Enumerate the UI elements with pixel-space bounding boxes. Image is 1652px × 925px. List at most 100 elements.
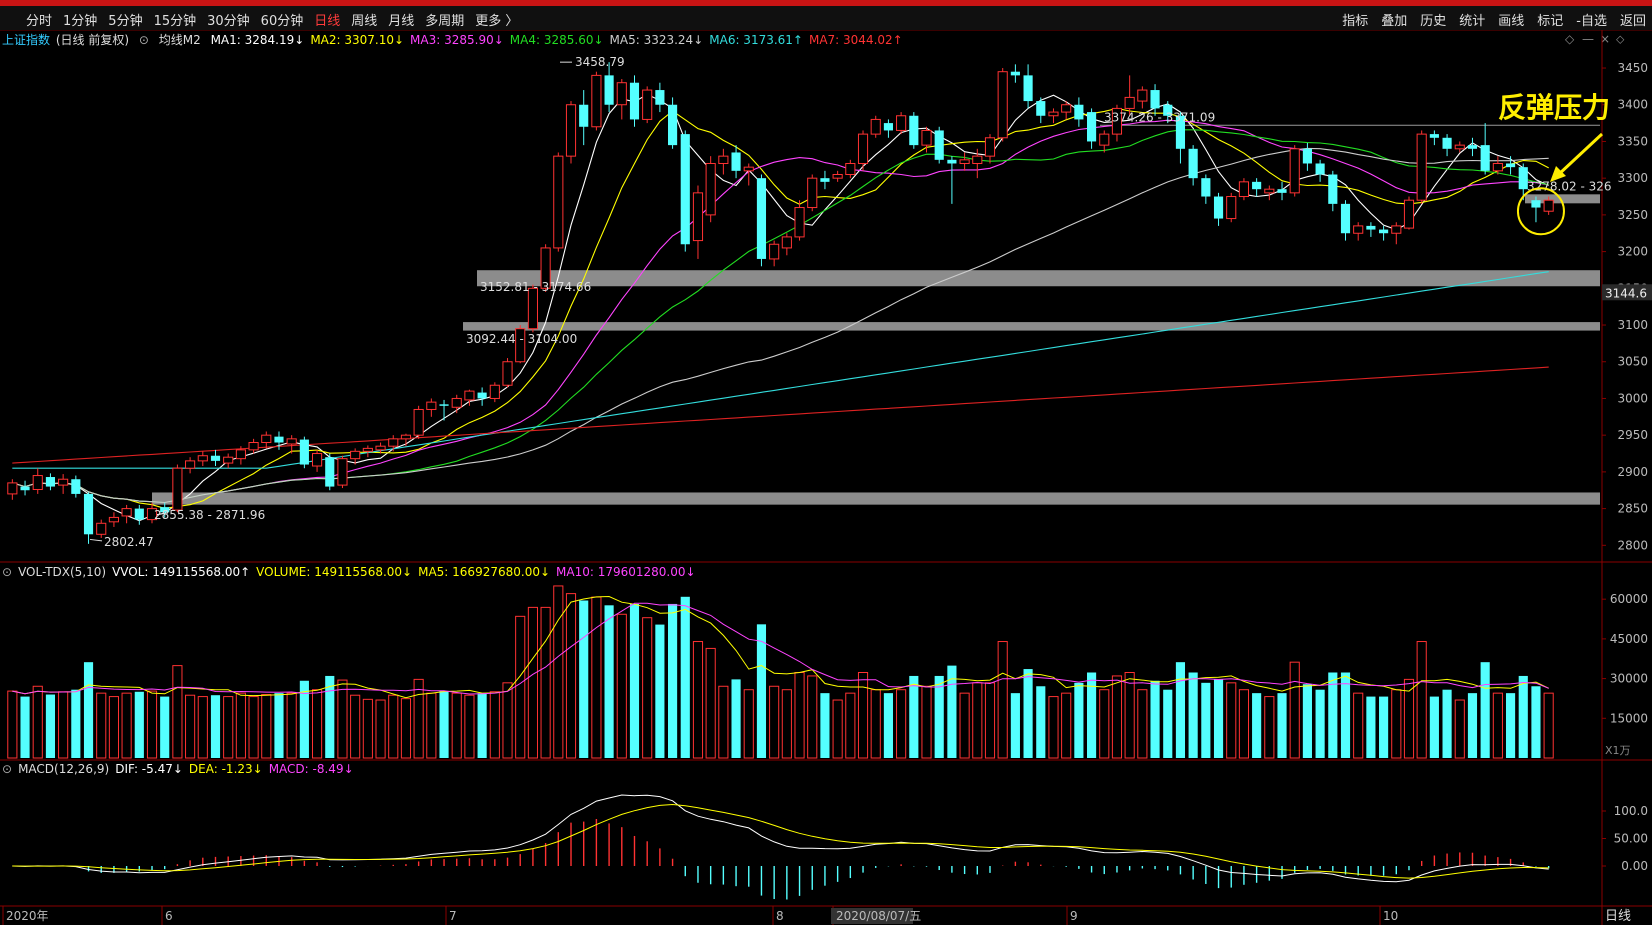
candle-103: [1315, 159, 1325, 182]
candle-98: [1252, 178, 1262, 197]
volume-bar-72: [921, 685, 932, 759]
volume-bar-119: [1518, 675, 1528, 758]
volume-bar-3: [45, 694, 56, 758]
candle-85: [1086, 108, 1097, 149]
volume-bar-54: [692, 641, 704, 759]
candle-body: [388, 438, 399, 447]
volume-bar-74: [947, 665, 957, 758]
candle-body: [1036, 101, 1046, 116]
candle-body: [172, 467, 183, 511]
candle-body: [1264, 188, 1275, 194]
candle-55: [705, 156, 716, 223]
candle-body: [96, 522, 107, 535]
candle-body: [1137, 89, 1148, 102]
volume-bar-120: [1531, 686, 1541, 758]
candle-body: [375, 445, 386, 451]
candle-body: [984, 137, 996, 157]
candle-body: [807, 177, 818, 209]
volume-bar-91: [1163, 689, 1173, 758]
volume-bar-0: [7, 690, 18, 759]
candle-body: [274, 436, 284, 443]
candle-110: [1403, 196, 1415, 230]
volume-bar-16: [210, 695, 221, 758]
candle-0: [7, 479, 18, 500]
volume-bar-7: [96, 692, 107, 759]
candle-32: [413, 405, 424, 439]
time-tick-label: 10: [1383, 909, 1398, 923]
volume-bar-95: [1213, 679, 1224, 758]
volume-bar-22: [286, 692, 297, 759]
candle-20: [261, 431, 272, 449]
candle-14: [185, 457, 196, 474]
volume-bar-99: [1264, 696, 1275, 759]
macd-tick-label: 0.00: [1621, 859, 1648, 873]
time-tick-label: 8: [776, 909, 784, 923]
candle-6: [83, 492, 94, 544]
volume-bar-47: [604, 605, 614, 758]
volume-bar-76: [972, 682, 983, 759]
zone-2855: [152, 492, 1600, 505]
candle-body: [1403, 199, 1415, 229]
candle-body: [1188, 148, 1198, 179]
candle-body: [972, 155, 983, 164]
candle-74: [947, 156, 957, 204]
candle-23: [299, 436, 309, 469]
candle-43: [553, 152, 564, 252]
settings-icon[interactable]: ⊙: [2, 762, 12, 776]
volume-bar-11: [146, 690, 158, 759]
candle-118: [1505, 156, 1516, 175]
volume-bar-6: [83, 662, 94, 758]
candle-body: [934, 130, 944, 160]
volume-bar-106: [1353, 692, 1364, 759]
volume-bar-20: [261, 694, 272, 759]
candle-body: [1277, 189, 1287, 193]
volume-bar-38: [489, 691, 500, 759]
candle-15: [197, 451, 208, 467]
candle-79: [1010, 64, 1020, 83]
volume-bar-43: [553, 585, 564, 759]
volume-bar-75: [959, 692, 970, 759]
volume-bar-27: [350, 694, 361, 759]
candle-106: [1353, 222, 1364, 241]
volume-bar-88: [1124, 672, 1135, 759]
candle-9: [121, 504, 132, 524]
volume-bar-46: [591, 596, 602, 759]
volume-bar-14: [185, 694, 196, 759]
candle-body: [362, 447, 373, 452]
settings-icon[interactable]: ⊙: [2, 565, 12, 579]
candle-body: [1048, 111, 1059, 117]
zone-3152: [477, 270, 1600, 287]
candle-body: [413, 408, 424, 436]
annotation-arrow-shaft: [1556, 132, 1604, 177]
volume-ma-lines: [12, 595, 1549, 699]
candle-body: [1010, 71, 1020, 76]
volume-bar-97: [1238, 689, 1250, 759]
volume-bar-80: [1023, 669, 1033, 758]
candle-101: [1289, 145, 1300, 197]
candle-body: [629, 82, 640, 120]
candle-102: [1302, 142, 1312, 171]
price-tick-label: 3300: [1617, 171, 1648, 185]
candle-body: [921, 129, 932, 146]
volume-bar-48: [616, 613, 627, 759]
candle-body: [1328, 174, 1338, 204]
candle-51: [655, 82, 665, 113]
volume-bar-77: [984, 682, 996, 759]
volume-bar-2: [32, 685, 43, 759]
kline-chart[interactable]: 3450340033503300325032003150310030503000…: [0, 0, 1652, 925]
candle-body: [1429, 134, 1439, 138]
volume-bar-121: [1543, 692, 1554, 759]
candle-body: [680, 134, 690, 245]
candle-body: [845, 162, 856, 176]
candle-body: [210, 455, 221, 461]
volume-bar-52: [668, 603, 678, 758]
volume-bar-114: [1454, 699, 1465, 759]
candle-body: [1416, 133, 1427, 201]
volume-bar-84: [1074, 682, 1084, 758]
candle-19: [248, 438, 259, 454]
volume-bar-79: [1010, 693, 1020, 758]
volume-bar-57: [731, 679, 741, 758]
candle-body: [705, 162, 716, 216]
candle-13: [172, 464, 183, 513]
volume-bar-101: [1289, 661, 1300, 759]
